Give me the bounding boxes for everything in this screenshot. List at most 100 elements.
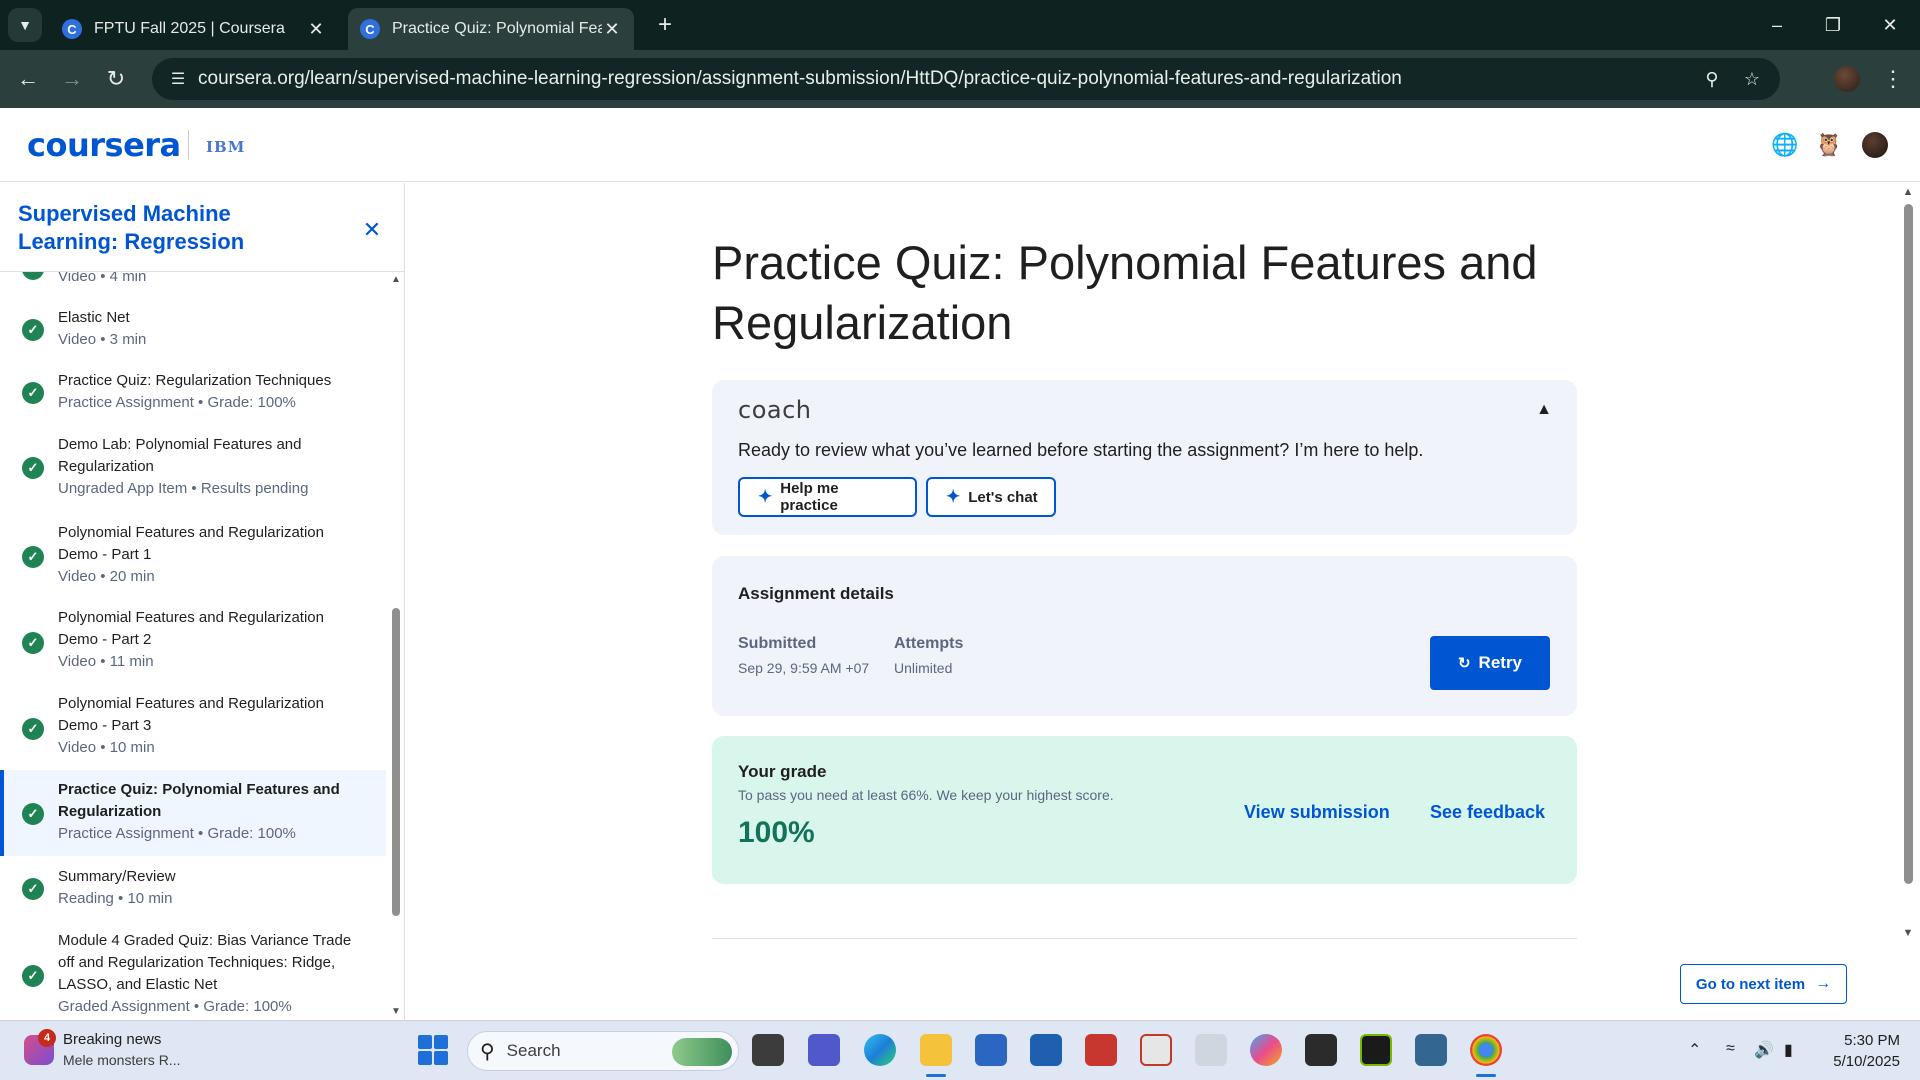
back-arrow-icon[interactable]: ←	[12, 63, 44, 95]
scroll-up-arrow-icon[interactable]: ▲	[1901, 185, 1915, 199]
font-app-icon[interactable]	[1195, 1034, 1227, 1066]
clock-date[interactable]: 5/10/2025	[1810, 1053, 1900, 1070]
item-title: Summary/Review	[58, 868, 176, 885]
search-label: Search	[506, 1041, 561, 1060]
scroll-down-arrow-icon[interactable]: ▼	[1901, 926, 1915, 940]
taskbar-search[interactable]: ⚲ Search	[467, 1031, 739, 1071]
browser-tab-2[interactable]: C Practice Quiz: Polynomial Features and…	[348, 8, 634, 50]
app-icon[interactable]	[1305, 1034, 1337, 1066]
browser-tab-1[interactable]: C FPTU Fall 2025 | Coursera ✕	[50, 8, 338, 50]
grade-panel: Your grade To pass you need at least 66%…	[712, 736, 1577, 884]
sidebar-scroll-thumb[interactable]	[392, 608, 400, 916]
bookmark-star-icon[interactable]: ☆	[1732, 69, 1772, 90]
zoom-icon[interactable]: ⚲	[1692, 69, 1732, 90]
close-tab-icon[interactable]: ✕	[306, 19, 326, 40]
browser-menu-icon[interactable]: ⋮	[1878, 63, 1908, 95]
item-meta: Practice Assignment • Grade: 100%	[58, 825, 296, 842]
tab-title: FPTU Fall 2025 | Coursera	[94, 20, 285, 37]
minimize-icon[interactable]: –	[1757, 8, 1797, 42]
task-view-icon[interactable]	[752, 1034, 784, 1066]
postgresql-icon[interactable]	[1415, 1034, 1447, 1066]
close-tab-icon[interactable]: ✕	[602, 19, 622, 40]
close-icon[interactable]: ✕	[358, 216, 386, 244]
list-item[interactable]: ✓ Module 4 Graded Quiz: Bias Variance Tr…	[0, 920, 386, 1020]
main-content: Practice Quiz: Polynomial Features and R…	[405, 183, 1920, 1020]
list-item[interactable]: ✓ Video • 4 min	[0, 272, 386, 298]
browser-profile-avatar[interactable]	[1834, 66, 1860, 92]
chevron-up-icon[interactable]: ⌃	[1688, 1040, 1701, 1060]
sidebar-header: Supervised Machine Learning: Regression …	[0, 183, 404, 272]
check-icon: ✓	[22, 632, 44, 654]
news-subtitle[interactable]: Mele monsters R...	[63, 1052, 180, 1068]
photos-icon[interactable]	[1030, 1034, 1062, 1066]
view-submission-link[interactable]: View submission	[1244, 802, 1390, 823]
chevron-up-icon[interactable]: ▲	[1532, 398, 1556, 422]
list-item[interactable]: ✓ Polynomial Features and Regularization…	[0, 684, 386, 770]
restore-icon[interactable]: ❐	[1813, 8, 1853, 42]
arrow-right-icon: →	[1815, 975, 1832, 992]
app-icon[interactable]	[1140, 1034, 1172, 1066]
scroll-down-arrow-icon[interactable]: ▼	[390, 1006, 402, 1018]
logo-divider	[188, 130, 189, 160]
battery-icon[interactable]: ▮	[1784, 1040, 1793, 1060]
check-icon: ✓	[22, 382, 44, 404]
go-to-next-item-button[interactable]: Go to next item →	[1680, 964, 1847, 1004]
coursera-logo[interactable]: coursera	[27, 126, 181, 164]
user-avatar[interactable]	[1862, 132, 1888, 158]
reload-icon[interactable]: ↻	[100, 63, 132, 95]
scroll-up-arrow-icon[interactable]: ▲	[390, 274, 402, 286]
sidebar-scrollbar[interactable]: ▲ ▼	[388, 272, 402, 1020]
windows-start-icon[interactable]	[418, 1035, 448, 1065]
retry-label: Retry	[1478, 653, 1523, 672]
main-scroll-thumb[interactable]	[1904, 204, 1913, 884]
list-item[interactable]: ✓ Elastic Net Video • 3 min	[0, 298, 386, 360]
address-bar[interactable]: ☰ coursera.org/learn/supervised-machine-…	[152, 58, 1780, 100]
assignment-details-heading: Assignment details	[738, 584, 894, 603]
item-title: Elastic Net	[58, 309, 130, 326]
news-title[interactable]: Breaking news	[63, 1031, 161, 1048]
item-meta: Video • 20 min	[58, 568, 155, 585]
globe-icon[interactable]: 🌐	[1770, 130, 1800, 160]
assignment-details-panel: Assignment details Submitted Sep 29, 9:5…	[712, 556, 1577, 716]
check-icon: ✓	[22, 803, 44, 825]
new-tab-plus-icon[interactable]: +	[650, 10, 680, 40]
volume-icon[interactable]: 🔊	[1754, 1040, 1774, 1060]
attempts-label: Attempts	[894, 635, 964, 652]
item-title: Practice Quiz: Polynomial Features and R…	[58, 781, 340, 820]
url-text[interactable]: coursera.org/learn/supervised-machine-le…	[198, 68, 1692, 90]
course-title[interactable]: Supervised Machine Learning: Regression	[18, 200, 328, 256]
list-item-current[interactable]: ✓ Practice Quiz: Polynomial Features and…	[0, 770, 386, 856]
retry-button[interactable]: ↻ Retry	[1430, 636, 1550, 690]
sparkle-icon: ✦	[946, 487, 961, 506]
check-icon: ✓	[22, 272, 44, 280]
site-info-icon[interactable]: ☰	[158, 69, 198, 89]
nvidia-icon[interactable]	[1360, 1034, 1392, 1066]
list-item[interactable]: ✓ Demo Lab: Polynomial Features and Regu…	[0, 424, 386, 512]
attempts-info: Attempts Unlimited	[894, 633, 963, 679]
clock-time[interactable]: 5:30 PM	[1820, 1032, 1900, 1049]
wifi-icon[interactable]: ≈	[1726, 1040, 1735, 1058]
item-meta: Graded Assignment • Grade: 100%	[58, 998, 292, 1015]
edge-icon[interactable]	[864, 1034, 896, 1066]
see-feedback-link[interactable]: See feedback	[1430, 802, 1545, 823]
item-meta: Reading • 10 min	[58, 890, 173, 907]
coach-owl-icon[interactable]: 🦉	[1814, 130, 1844, 160]
list-item[interactable]: ✓ Practice Quiz: Regularization Techniqu…	[0, 360, 386, 424]
microsoft-store-icon[interactable]	[975, 1034, 1007, 1066]
copilot-icon[interactable]	[1250, 1034, 1282, 1066]
close-window-icon[interactable]: ✕	[1870, 8, 1910, 42]
chevron-down-icon: ▼	[18, 17, 32, 33]
list-item[interactable]: ✓ Summary/Review Reading • 10 min	[0, 856, 386, 920]
chrome-icon[interactable]	[1470, 1034, 1502, 1077]
app-icon[interactable]	[1085, 1034, 1117, 1066]
teams-icon[interactable]	[808, 1034, 840, 1066]
list-item[interactable]: ✓ Polynomial Features and Regularization…	[0, 598, 386, 684]
check-icon: ✓	[22, 546, 44, 568]
lets-chat-button[interactable]: ✦ Let's chat	[926, 477, 1056, 517]
file-explorer-icon[interactable]	[920, 1034, 952, 1077]
tab-search-button[interactable]: ▼	[8, 8, 42, 42]
list-item[interactable]: ✓ Polynomial Features and Regularization…	[0, 512, 386, 598]
forward-arrow-icon[interactable]: →	[56, 63, 88, 95]
check-icon: ✓	[22, 319, 44, 341]
help-me-practice-button[interactable]: ✦ Help me practice	[738, 477, 917, 517]
